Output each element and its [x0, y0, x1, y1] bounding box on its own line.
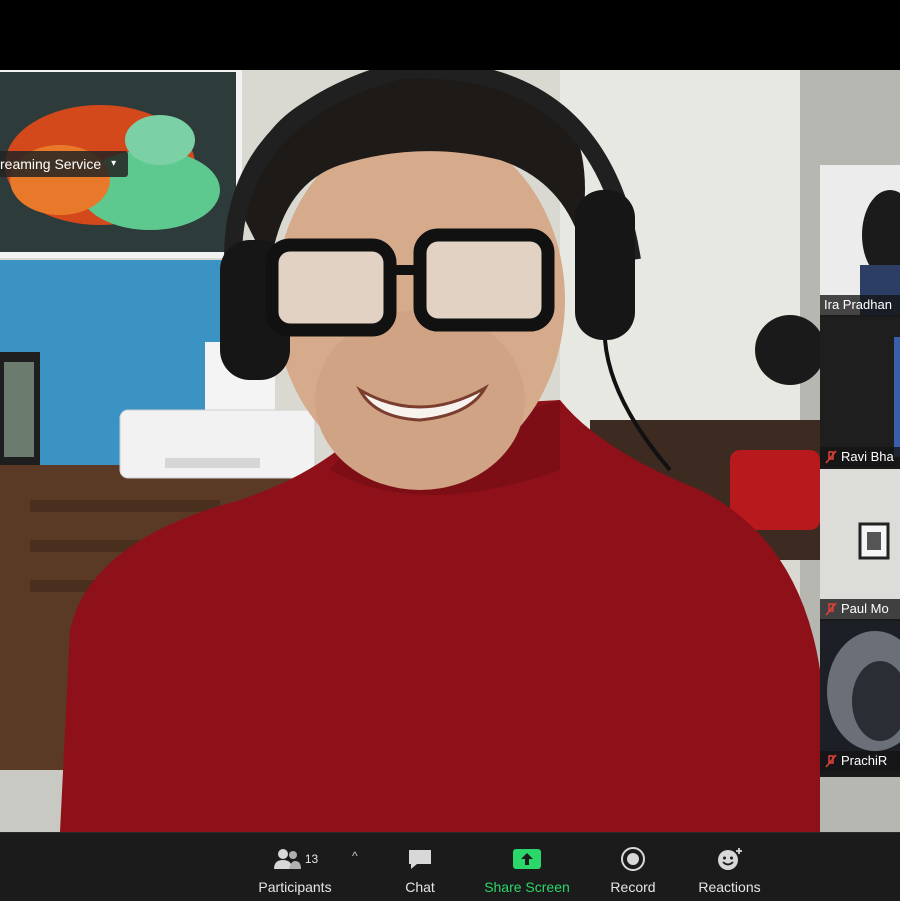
participant-name-tag: Ravi Bha — [820, 447, 900, 467]
share-screen-icon — [513, 849, 541, 869]
streaming-service-dropdown[interactable]: reaming Service ▾ — [0, 151, 129, 177]
participant-tile[interactable]: Ira Pradhan — [820, 165, 900, 315]
participant-thumbnail-strip: Ira Pradhan Ravi Bha Paul Mo PrachiR — [820, 165, 900, 777]
participant-name: Ira Pradhan — [824, 297, 892, 312]
chat-label: Chat — [405, 879, 435, 895]
chevron-down-icon: ▾ — [111, 158, 117, 169]
share-screen-label: Share Screen — [484, 879, 570, 895]
participant-name-tag: Paul Mo — [820, 599, 900, 619]
participant-tile[interactable]: PrachiR — [820, 621, 900, 771]
participant-tile[interactable]: Ravi Bha — [820, 317, 900, 467]
reactions-button[interactable]: Reactions — [692, 833, 767, 901]
record-label: Record — [610, 879, 656, 895]
top-black-bar — [0, 0, 900, 70]
participant-name-tag: Ira Pradhan — [820, 295, 900, 315]
active-speaker-video[interactable]: reaming Service ▾ — [0, 70, 900, 832]
participant-video — [820, 317, 900, 467]
participant-name: Ravi Bha — [841, 449, 894, 464]
mic-muted-icon — [825, 754, 837, 768]
participants-icon — [273, 849, 301, 869]
meeting-toolbar: 13 Participants ^ Chat Share Screen Reco… — [0, 832, 900, 901]
participant-video — [820, 469, 900, 619]
speaker-video-frame — [0, 70, 900, 832]
participant-video — [820, 621, 900, 771]
mic-muted-icon — [825, 602, 837, 616]
participant-name: PrachiR — [841, 753, 888, 768]
participants-label: Participants — [258, 879, 332, 895]
chat-icon — [409, 850, 431, 869]
smiley-plus-icon — [717, 848, 742, 870]
participants-button[interactable]: 13 Participants — [250, 833, 340, 901]
participant-name-tag: PrachiR — [820, 751, 900, 771]
participants-count: 13 — [304, 852, 319, 866]
reactions-label: Reactions — [698, 879, 761, 895]
record-button[interactable]: Record — [603, 833, 663, 901]
streaming-service-label: reaming Service — [0, 156, 102, 172]
share-screen-button[interactable]: Share Screen — [477, 833, 577, 901]
participants-options-caret[interactable]: ^ — [352, 849, 358, 863]
participant-tile[interactable]: Paul Mo — [820, 469, 900, 619]
record-icon — [621, 847, 645, 871]
chat-button[interactable]: Chat — [390, 833, 450, 901]
mic-muted-icon — [825, 450, 837, 464]
participant-name: Paul Mo — [841, 601, 889, 616]
participant-video — [820, 165, 900, 315]
